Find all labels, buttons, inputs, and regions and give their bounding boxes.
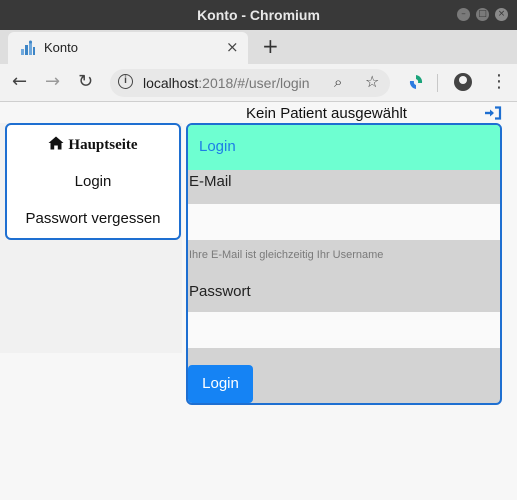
home-icon bbox=[48, 136, 64, 150]
site-info-icon[interactable]: i bbox=[118, 74, 133, 89]
bookmark-star-icon[interactable]: ☆ bbox=[365, 72, 379, 91]
login-card-header: Login bbox=[188, 125, 500, 170]
patient-status: Kein Patient ausgewählt bbox=[246, 105, 407, 122]
window-title: Konto - Chromium bbox=[197, 7, 320, 23]
sidebar-item-home[interactable]: Hauptseite bbox=[7, 136, 179, 154]
login-card: Login E-Mail Ihre E-Mail ist gleichzeiti… bbox=[186, 123, 502, 405]
menu-icon[interactable]: ⋮ bbox=[490, 71, 508, 92]
back-button[interactable]: ← bbox=[12, 71, 27, 92]
password-label: Passwort bbox=[189, 283, 251, 300]
tab-konto[interactable]: Konto × bbox=[8, 32, 248, 64]
reload-button[interactable]: ↻ bbox=[78, 71, 93, 92]
minimize-button[interactable]: – bbox=[457, 8, 470, 21]
close-window-button[interactable]: × bbox=[495, 8, 508, 21]
login-card-title: Login bbox=[199, 138, 236, 155]
tab-strip: Konto × + bbox=[0, 30, 517, 64]
window-titlebar: Konto - Chromium – □ × bbox=[0, 0, 517, 30]
email-field[interactable] bbox=[188, 204, 500, 240]
email-label: E-Mail bbox=[189, 173, 232, 190]
login-button[interactable]: Login bbox=[188, 365, 253, 403]
patient-bar: Kein Patient ausgewählt bbox=[0, 103, 517, 123]
sidebar-item-login[interactable]: Login bbox=[7, 173, 179, 190]
sidebar-nav: Hauptseite Login Passwort vergessen bbox=[5, 123, 181, 240]
account-icon[interactable] bbox=[454, 73, 472, 91]
address-bar[interactable]: i localhost:2018/#/user/login ⌕ ☆ bbox=[110, 69, 390, 97]
forward-button[interactable]: → bbox=[45, 71, 60, 92]
maximize-button[interactable]: □ bbox=[476, 8, 489, 21]
tab-label: Konto bbox=[44, 40, 78, 55]
url-text[interactable]: localhost:2018/#/user/login bbox=[143, 75, 310, 91]
tab-close-icon[interactable]: × bbox=[226, 38, 239, 56]
extension-icon[interactable] bbox=[408, 74, 424, 90]
sidebar-item-forgot-password[interactable]: Passwort vergessen bbox=[7, 210, 179, 227]
password-field[interactable] bbox=[188, 312, 500, 348]
app-favicon-icon bbox=[21, 40, 35, 55]
toolbar-separator bbox=[437, 74, 438, 92]
logout-icon[interactable] bbox=[484, 106, 502, 120]
browser-toolbar: ← → ↻ i localhost:2018/#/user/login ⌕ ☆ … bbox=[0, 64, 517, 102]
zoom-icon[interactable]: ⌕ bbox=[334, 73, 342, 91]
email-hint: Ihre E-Mail ist gleichzeitig Ihr Usernam… bbox=[189, 249, 384, 261]
sidebar-item-label: Hauptseite bbox=[68, 137, 138, 153]
new-tab-button[interactable]: + bbox=[262, 34, 279, 58]
page-content: Kein Patient ausgewählt Hauptseite Login… bbox=[0, 103, 517, 500]
